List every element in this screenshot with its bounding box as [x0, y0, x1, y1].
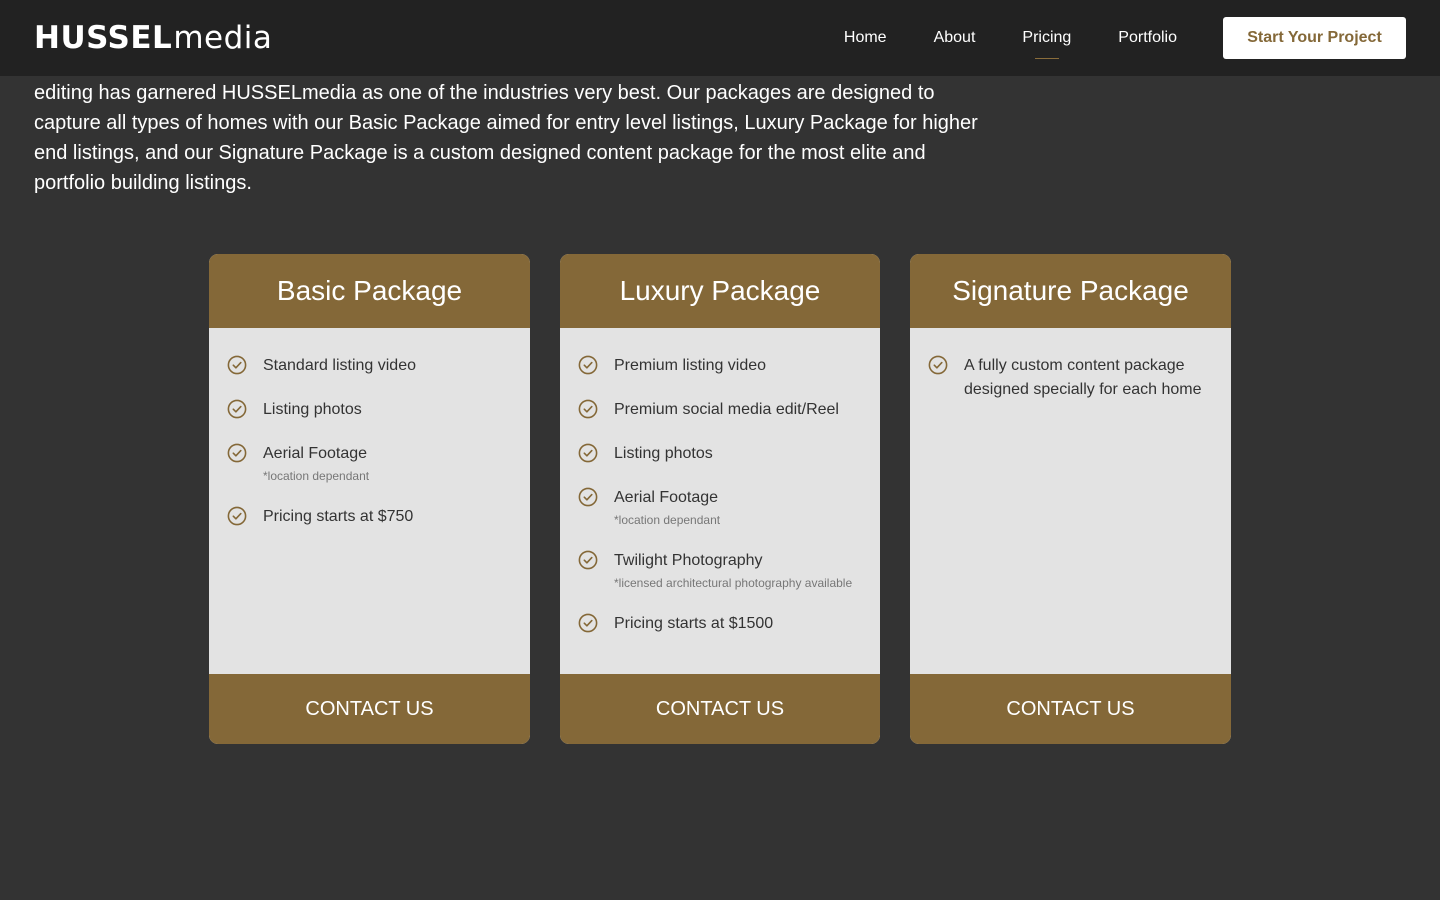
logo-light: media: [173, 20, 273, 56]
start-project-button[interactable]: Start Your Project: [1223, 17, 1406, 59]
feature-item: Listing photos: [578, 442, 862, 466]
feature-item: Pricing starts at $750: [227, 505, 512, 529]
feature-note: *licensed architectural photography avai…: [614, 576, 853, 590]
feature-text: Pricing starts at $1500: [614, 615, 774, 632]
check-circle-icon: [578, 443, 598, 463]
pricing-card-basic: Basic Package Standard listing video Lis…: [209, 254, 530, 744]
check-circle-icon: [578, 613, 598, 633]
feature-text: Standard listing video: [263, 357, 416, 374]
nav-link-portfolio[interactable]: Portfolio: [1118, 23, 1177, 53]
feature-text: Premium listing video: [614, 357, 767, 374]
feature-text: Twilight Photography: [614, 552, 763, 569]
feature-note: *location dependant: [263, 469, 370, 483]
check-circle-icon: [227, 355, 247, 375]
card-title: Basic Package: [209, 254, 530, 328]
check-circle-icon: [227, 399, 247, 419]
check-circle-icon: [578, 487, 598, 507]
feature-text-group: Twilight Photography *licensed architect…: [614, 549, 852, 592]
nav-right: Home About Pricing Portfolio Start Your …: [797, 17, 1406, 59]
feature-text: Aerial Footage: [614, 489, 719, 506]
feature-item: Twilight Photography *licensed architect…: [578, 549, 862, 592]
intro-paragraph: editing has garnered HUSSELmedia as one …: [34, 82, 978, 194]
feature-text: Listing photos: [614, 445, 713, 462]
nav-link-about[interactable]: About: [934, 23, 976, 53]
contact-us-button[interactable]: CONTACT US: [209, 674, 530, 744]
feature-note: *location dependant: [614, 513, 721, 527]
feature-text: Pricing starts at $750: [263, 508, 414, 525]
logo-bold: HUSSEL: [34, 20, 173, 56]
check-circle-icon: [928, 355, 948, 375]
feature-text: Aerial Footage: [263, 445, 368, 462]
card-body: Standard listing video Listing photos Ae…: [209, 328, 530, 674]
feature-text: A fully custom content package designed …: [964, 357, 1202, 398]
nav-link-home[interactable]: Home: [844, 23, 887, 53]
navbar: HUSSEL media Home About Pricing Portfolio…: [0, 0, 1440, 76]
check-circle-icon: [578, 550, 598, 570]
card-body: A fully custom content package designed …: [910, 328, 1231, 674]
check-circle-icon: [578, 355, 598, 375]
feature-item: Listing photos: [227, 398, 512, 422]
card-title: Signature Package: [910, 254, 1231, 328]
pricing-card-luxury: Luxury Package Premium listing video Pre…: [560, 254, 880, 744]
feature-item: Pricing starts at $1500: [578, 612, 862, 636]
pricing-card-signature: Signature Package A fully custom content…: [910, 254, 1231, 744]
feature-item: A fully custom content package designed …: [928, 354, 1213, 402]
pricing-cards: Basic Package Standard listing video Lis…: [209, 254, 1231, 744]
feature-item: Premium listing video: [578, 354, 862, 378]
feature-text: Listing photos: [263, 401, 362, 418]
feature-item: Premium social media edit/Reel: [578, 398, 862, 422]
feature-text: Premium social media edit/Reel: [614, 401, 839, 418]
feature-item: Standard listing video: [227, 354, 512, 378]
card-title: Luxury Package: [560, 254, 880, 328]
check-circle-icon: [578, 399, 598, 419]
feature-item: Aerial Footage *location dependant: [578, 486, 862, 529]
feature-item: Aerial Footage *location dependant: [227, 442, 512, 485]
contact-us-button[interactable]: CONTACT US: [910, 674, 1231, 744]
contact-us-button[interactable]: CONTACT US: [560, 674, 880, 744]
check-circle-icon: [227, 506, 247, 526]
check-circle-icon: [227, 443, 247, 463]
nav-link-pricing[interactable]: Pricing: [1022, 23, 1071, 59]
nav-links: Home About Pricing Portfolio: [797, 23, 1177, 59]
logo[interactable]: HUSSEL media: [34, 20, 272, 56]
card-body: Premium listing video Premium social med…: [560, 328, 880, 674]
feature-text-group: Aerial Footage *location dependant: [263, 442, 369, 485]
feature-text-group: Aerial Footage *location dependant: [614, 486, 720, 529]
